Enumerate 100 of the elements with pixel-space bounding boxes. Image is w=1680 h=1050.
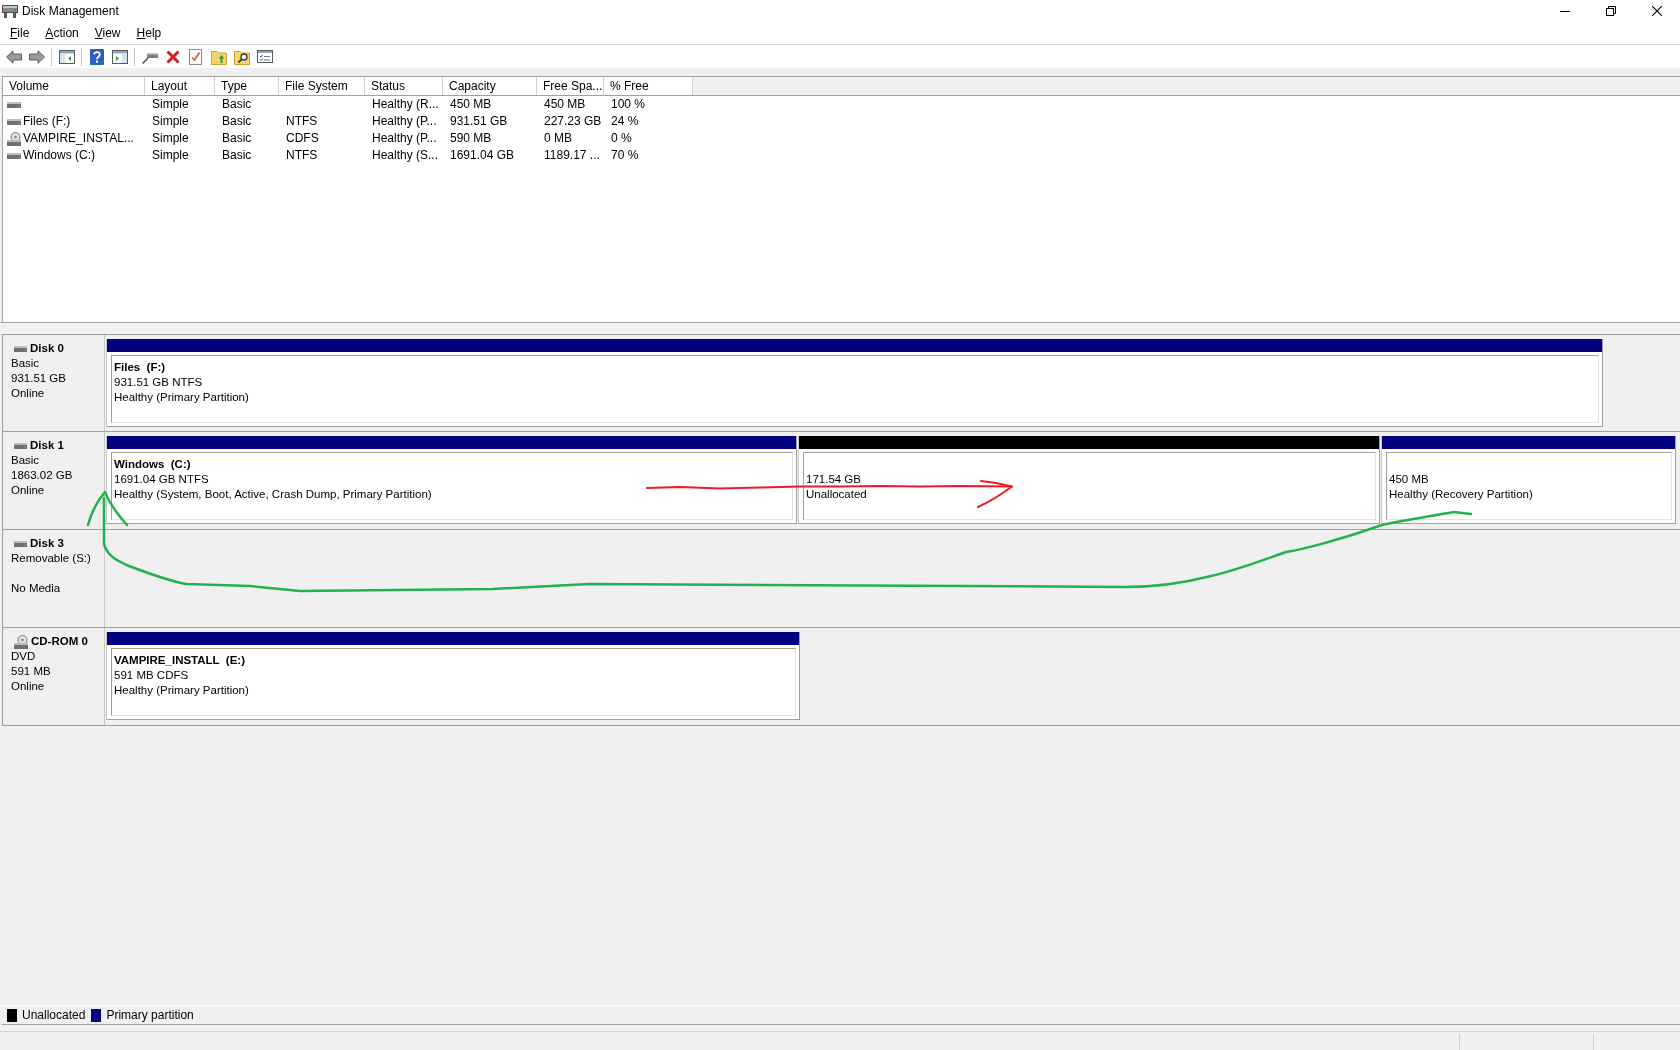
partition[interactable]: 450 MB Healthy (Recovery Partition): [1381, 436, 1676, 524]
disk-name: CD-ROM 0: [31, 634, 88, 649]
table-cell-text: 70 %: [610, 147, 640, 164]
column-header[interactable]: Free Spa...: [537, 77, 604, 95]
table-cell-text: Healthy (P...: [371, 113, 438, 130]
window-pane-icon[interactable]: [111, 49, 128, 64]
drive-icon: [2, 4, 18, 18]
disk-status: Online: [11, 387, 45, 399]
menu-item[interactable]: File: [2, 24, 38, 42]
drive-icon: [7, 118, 21, 125]
column-header[interactable]: % Free: [604, 77, 693, 95]
column-header[interactable]: File System: [279, 77, 365, 95]
close-icon[interactable]: [1652, 6, 1662, 16]
disk-type: Basic: [11, 357, 40, 369]
legend-label: Unallocated: [22, 1008, 86, 1022]
table-cell-text: 100 %: [610, 96, 647, 113]
column-header[interactable]: Type: [215, 77, 279, 95]
drive-icon: [14, 442, 27, 449]
table-cell-text: Healthy (R...: [371, 96, 440, 113]
menu-item[interactable]: Action: [37, 24, 87, 42]
partition-title: Windows (C:): [114, 458, 191, 470]
partition-size: 931.51 GB NTFS: [114, 376, 203, 388]
disk-status: Online: [11, 484, 45, 496]
disk-name: Disk 1: [30, 438, 64, 453]
column-header[interactable]: Layout: [145, 77, 215, 95]
minimize-icon[interactable]: [1560, 10, 1570, 12]
volume-name: Files (F:): [23, 113, 71, 130]
partition-status: Healthy (Primary Partition): [114, 391, 249, 403]
list-window-icon[interactable]: [256, 50, 273, 63]
forward-arrow-icon[interactable]: [28, 49, 45, 64]
menu-item[interactable]: Help: [128, 24, 170, 42]
table-cell-text: 450 MB: [543, 96, 587, 113]
disc-drive-icon: [7, 131, 21, 146]
table-cell-text: 1691.04 GB: [449, 147, 516, 164]
partition-size: 171.54 GB: [806, 473, 861, 485]
disk-info-panel[interactable]: CD-ROM 0 DVD 591 MB Online: [2, 628, 105, 725]
disk-size: 1863.02 GB: [11, 469, 73, 481]
disk-type: Removable (S:): [11, 552, 91, 564]
table-cell-text: 1189.17 ...: [543, 147, 601, 164]
table-cell-text: Simple: [151, 113, 190, 130]
partition[interactable]: Files (F:) 931.51 GB NTFS Healthy (Primary Partition): [106, 339, 1603, 427]
volume-name: VAMPIRE_INSTAL...: [23, 130, 134, 147]
table-cell-text: Healthy (S...: [371, 147, 440, 164]
column-header[interactable]: Capacity: [443, 77, 537, 95]
disk-size: 591 MB: [11, 665, 51, 677]
window-pane-icon[interactable]: [58, 49, 75, 64]
table-cell-text: 931.51 GB: [449, 113, 509, 130]
column-header[interactable]: Status: [365, 77, 443, 95]
partition-size: 1691.04 GB NTFS: [114, 473, 209, 485]
table-cell-text: Healthy (P...: [371, 130, 438, 147]
disk-info-panel[interactable]: Disk 1 Basic 1863.02 GB Online: [2, 432, 105, 529]
legend-label: Primary partition: [106, 1008, 194, 1022]
window-title: Disk Management: [22, 4, 119, 18]
partition-title: Files (F:): [114, 361, 166, 373]
table-cell-text: 24 %: [610, 113, 640, 130]
disk-size: 931.51 GB: [11, 372, 66, 384]
partition-title: VAMPIRE_INSTALL (E:): [114, 654, 245, 666]
drive-icon: [14, 540, 27, 547]
restore-icon[interactable]: [1606, 6, 1616, 16]
table-cell-text: Basic: [221, 113, 253, 130]
drive-icon: [7, 101, 21, 108]
table-cell-text: 590 MB: [449, 130, 493, 147]
disk-status: No Media: [11, 582, 61, 594]
partition-status: Healthy (System, Boot, Active, Crash Dump, Primary Partition): [114, 488, 432, 500]
partition[interactable]: 171.54 GB Unallocated: [798, 436, 1380, 524]
disk-type: DVD: [11, 650, 36, 662]
table-cell-text: NTFS: [285, 113, 319, 130]
table-cell-text: 0 %: [610, 130, 633, 147]
disk-name: Disk 0: [30, 341, 64, 356]
partition-size: 591 MB CDFS: [114, 669, 189, 681]
partition-status: Healthy (Recovery Partition): [1389, 488, 1533, 500]
folder-search-icon[interactable]: [233, 48, 250, 65]
table-cell-text: 450 MB: [449, 96, 493, 113]
table-cell-text: Simple: [151, 147, 190, 164]
table-cell-text: 0 MB: [543, 130, 573, 147]
partition-status: Healthy (Primary Partition): [114, 684, 249, 696]
menu-item[interactable]: View: [86, 24, 129, 42]
help-icon[interactable]: [89, 48, 104, 65]
partition[interactable]: VAMPIRE_INSTALL (E:) 591 MB CDFS Healthy (Primary Partition): [106, 632, 800, 720]
table-cell-text: Basic: [221, 147, 253, 164]
drive-icon: [7, 152, 21, 159]
partition[interactable]: Windows (C:) 1691.04 GB NTFS Healthy (System, Boot, Active, Crash Dump, Primary Partition): [106, 436, 797, 524]
table-cell-text: NTFS: [285, 147, 319, 164]
table-cell-text: Basic: [221, 96, 253, 113]
checklist-icon[interactable]: [189, 48, 202, 65]
table-cell-text: CDFS: [285, 130, 320, 147]
disk-info-panel[interactable]: Disk 3 Removable (S:) No Media: [2, 530, 105, 627]
disk-info-panel[interactable]: Disk 0 Basic 931.51 GB Online: [2, 335, 105, 431]
disk-status: Online: [11, 680, 45, 692]
column-header[interactable]: Volume: [3, 77, 145, 95]
folder-arrow-icon[interactable]: [210, 48, 227, 65]
table-cell-text: Simple: [151, 130, 190, 147]
table-cell-text: Simple: [151, 96, 190, 113]
volume-name: Windows (C:): [23, 147, 95, 164]
cross-icon[interactable]: [165, 49, 180, 64]
back-arrow-icon[interactable]: [5, 49, 22, 64]
table-cell-text: Basic: [221, 130, 253, 147]
drive-icon: [14, 345, 27, 352]
partition-status: Unallocated: [806, 488, 867, 500]
table-cell-text: 227.23 GB: [543, 113, 603, 130]
